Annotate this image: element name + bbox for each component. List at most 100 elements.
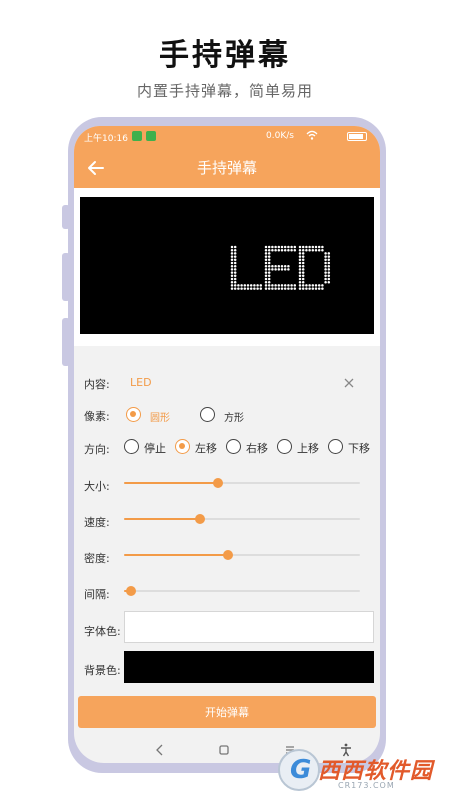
led-dot <box>305 245 308 249</box>
led-dot <box>293 284 297 287</box>
network-speed: 0.0K/s <box>266 131 294 141</box>
direction-up-radio[interactable] <box>277 439 292 454</box>
led-dot <box>324 255 327 258</box>
start-danmaku-button[interactable]: 开始弹幕 <box>78 696 376 728</box>
led-dot <box>264 271 268 274</box>
led-dot <box>271 284 274 287</box>
led-dot <box>271 248 274 252</box>
spacing-slider[interactable] <box>124 583 360 599</box>
pixel-square-radio[interactable] <box>200 407 215 422</box>
direction-left-radio[interactable] <box>175 439 190 454</box>
led-dot <box>267 248 271 252</box>
led-dot <box>274 268 277 271</box>
led-dot <box>264 274 268 278</box>
led-dot <box>233 268 237 271</box>
led-dot <box>283 268 287 271</box>
led-dot <box>233 261 237 265</box>
direction-right-label: 右移 <box>246 442 268 455</box>
led-dot <box>264 252 268 255</box>
led-dot <box>298 255 302 258</box>
background-color-picker[interactable] <box>124 651 374 683</box>
led-dot <box>233 255 237 258</box>
led-dot <box>317 248 321 252</box>
led-dot <box>267 271 271 274</box>
speed-slider-thumb[interactable] <box>194 514 205 524</box>
led-dot <box>301 245 305 249</box>
speed-slider[interactable] <box>124 511 360 527</box>
led-dot <box>274 248 277 252</box>
led-dot <box>298 261 302 265</box>
led-dot <box>298 280 302 284</box>
led-dot <box>264 277 268 281</box>
font-color-picker[interactable] <box>124 611 374 643</box>
phone-screen: 上午10:16 0.0K/s 手持弹幕 内容: LED 像素: 圆形 方形 方向… <box>74 126 380 763</box>
led-dot <box>321 245 324 249</box>
led-dot <box>327 258 331 262</box>
led-dot <box>321 287 324 290</box>
settings-panel: 内容: LED 像素: 圆形 方形 方向: 停止 左移 右移 上移 下移 大小:… <box>74 346 380 716</box>
led-dot <box>301 264 305 268</box>
nav-home-icon[interactable] <box>216 742 232 758</box>
led-dot <box>324 258 327 262</box>
spacing-label: 间隔: <box>84 588 110 601</box>
led-dot <box>233 271 237 274</box>
led-dot <box>249 284 253 287</box>
led-dot <box>256 287 259 290</box>
density-slider-thumb[interactable] <box>222 550 233 560</box>
led-dot <box>237 284 240 287</box>
led-dot <box>324 261 327 265</box>
led-dot <box>290 287 293 290</box>
led-dot <box>280 264 284 268</box>
nav-back-icon[interactable] <box>152 742 168 758</box>
led-dot <box>267 284 271 287</box>
led-dot <box>267 268 271 271</box>
led-dot <box>277 287 281 290</box>
status-icons <box>306 130 318 141</box>
led-dot <box>271 264 274 268</box>
direction-stop-radio[interactable] <box>124 439 139 454</box>
led-dot <box>256 284 259 287</box>
led-dot <box>271 245 274 249</box>
led-dot <box>230 248 234 252</box>
app-bar: 手持弹幕 <box>74 148 380 188</box>
led-dot <box>267 280 271 284</box>
led-dot <box>283 287 287 290</box>
led-display <box>80 197 374 334</box>
led-dot <box>233 284 237 287</box>
led-dot <box>267 274 271 278</box>
size-slider[interactable] <box>124 475 360 491</box>
density-slider[interactable] <box>124 547 360 563</box>
led-dot <box>311 245 315 249</box>
led-dot <box>267 252 271 255</box>
size-slider-thumb[interactable] <box>213 478 224 488</box>
led-dot <box>298 248 302 252</box>
led-dot <box>324 274 327 278</box>
close-icon[interactable] <box>342 376 356 390</box>
led-preview-frame <box>74 188 380 346</box>
led-dot <box>267 258 271 262</box>
led-dot <box>240 284 243 287</box>
led-dot <box>301 258 305 262</box>
led-dot <box>230 277 234 281</box>
direction-down-radio[interactable] <box>328 439 343 454</box>
content-input[interactable]: LED <box>130 376 152 389</box>
led-dot <box>230 284 234 287</box>
led-dot <box>327 280 331 284</box>
pixel-round-radio[interactable] <box>126 407 141 422</box>
direction-right-radio[interactable] <box>226 439 241 454</box>
direction-stop-label: 停止 <box>144 442 166 455</box>
led-dot <box>280 287 284 290</box>
led-dot <box>305 248 308 252</box>
led-dot <box>301 268 305 271</box>
led-dot <box>290 284 293 287</box>
led-dot <box>230 245 234 249</box>
spacing-slider-thumb[interactable] <box>126 586 137 596</box>
led-dot <box>298 252 302 255</box>
led-dot <box>267 261 271 265</box>
led-dot <box>308 245 311 249</box>
led-dot <box>230 252 234 255</box>
promo-subtitle: 内置手持弹幕，简单易用 <box>136 82 313 100</box>
led-dot <box>298 287 302 290</box>
led-dot <box>317 284 321 287</box>
led-dot <box>267 245 271 249</box>
